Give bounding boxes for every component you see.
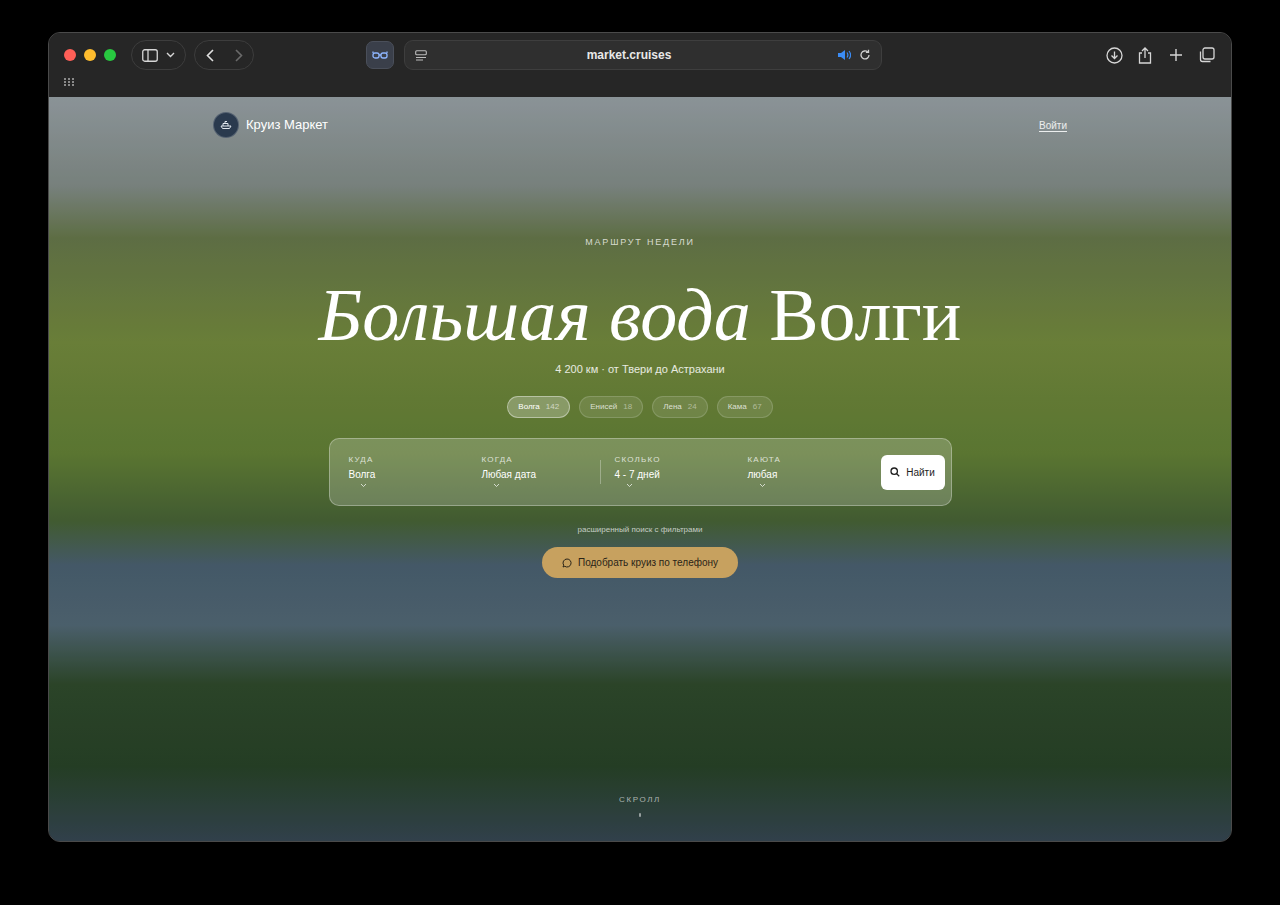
river-chip[interactable]: Волга 142 bbox=[507, 396, 570, 418]
river-name: Кама bbox=[728, 402, 747, 412]
chevron-down-icon bbox=[166, 52, 175, 58]
hero-subtitle: 4 200 км · от Твери до Астрахани bbox=[555, 362, 725, 376]
plus-icon bbox=[1169, 48, 1183, 62]
field-label: КУДА bbox=[349, 455, 482, 465]
reload-icon[interactable] bbox=[859, 49, 871, 61]
sidebar-icon bbox=[142, 49, 158, 62]
river-count: 67 bbox=[753, 402, 762, 412]
page-settings-icon[interactable] bbox=[415, 50, 427, 61]
new-tab-button[interactable] bbox=[1161, 40, 1191, 70]
share-icon bbox=[1138, 47, 1152, 64]
sidebar-button[interactable] bbox=[131, 40, 186, 70]
field-value: 4 - 7 дней bbox=[615, 469, 748, 481]
field-value: Волга bbox=[349, 469, 482, 481]
scroll-hint: СКРОЛЛ bbox=[619, 795, 661, 805]
search-button-label: Найти bbox=[906, 465, 935, 480]
chat-icon bbox=[562, 558, 572, 568]
field-value: Любая дата bbox=[482, 469, 600, 481]
brand-name[interactable]: Круиз Маркет bbox=[246, 115, 328, 135]
field-label: КОГДА bbox=[482, 455, 600, 465]
tabs-overview-icon bbox=[1199, 47, 1215, 63]
river-name: Лена bbox=[663, 402, 682, 412]
title-river: Волги bbox=[769, 274, 961, 356]
close-button[interactable] bbox=[64, 49, 76, 61]
search-field[interactable]: КАЮТА любая bbox=[748, 443, 881, 501]
field-divider bbox=[600, 460, 601, 484]
river-chip[interactable]: Кама 67 bbox=[717, 396, 773, 418]
ship-logo-icon bbox=[219, 120, 233, 130]
river-chip[interactable]: Енисей 18 bbox=[579, 396, 643, 418]
chevron-down-icon bbox=[360, 483, 368, 489]
river-chips: Волга 142 Енисей 18 Лена 24 Кама 67 bbox=[507, 396, 772, 418]
chevron-down-icon bbox=[626, 483, 634, 489]
phone-button[interactable]: Подобрать круиз по телефону bbox=[542, 547, 738, 578]
forward-icon[interactable] bbox=[235, 49, 243, 62]
field-label: КАЮТА bbox=[748, 455, 881, 465]
field-value: любая bbox=[748, 469, 881, 481]
hero-title: Большая вода Волги bbox=[319, 278, 962, 352]
river-name: Енисей bbox=[590, 402, 617, 412]
title-italic: Большая вода bbox=[319, 274, 751, 356]
url-text[interactable]: market.cruises bbox=[427, 46, 831, 64]
tabs-button[interactable] bbox=[1192, 40, 1222, 70]
browser-window: market.cruises bbox=[48, 32, 1232, 842]
back-icon[interactable] bbox=[206, 49, 214, 62]
search-icon bbox=[890, 467, 900, 477]
glasses-icon bbox=[372, 50, 388, 60]
reader-button[interactable] bbox=[366, 41, 394, 69]
chevron-down-icon bbox=[493, 483, 501, 489]
minimize-button[interactable] bbox=[84, 49, 96, 61]
brand-logo[interactable]: Круиз Маркет bbox=[213, 112, 328, 138]
search-field[interactable]: КУДА Волга bbox=[349, 443, 482, 501]
search-field[interactable]: КОГДА Любая дата bbox=[482, 443, 600, 501]
search-bar: КУДА ВолгаКОГДА Любая дата СКОЛЬКО 4 - 7 дне… bbox=[329, 438, 952, 506]
river-chip[interactable]: Лена 24 bbox=[652, 396, 707, 418]
login-link[interactable]: Войти bbox=[1039, 118, 1067, 133]
share-button[interactable] bbox=[1130, 40, 1160, 70]
river-count: 18 bbox=[623, 402, 632, 412]
river-count: 142 bbox=[546, 402, 559, 412]
hero-section: Круиз Маркет Войти МАРШРУТ НЕДЕЛИ Больша… bbox=[49, 97, 1231, 841]
search-button[interactable]: Найти bbox=[881, 455, 945, 490]
toolbar: market.cruises bbox=[49, 33, 1231, 97]
field-label: СКОЛЬКО bbox=[615, 455, 748, 465]
address-bar[interactable]: market.cruises bbox=[404, 40, 882, 70]
zoom-button[interactable] bbox=[104, 49, 116, 61]
nav-buttons bbox=[194, 40, 254, 70]
eyebrow-label: МАРШРУТ НЕДЕЛИ bbox=[585, 236, 694, 248]
advanced-search-link[interactable]: расширенный поиск с фильтрами bbox=[578, 525, 703, 535]
tab-grid-icon[interactable] bbox=[64, 78, 74, 86]
downloads-button[interactable] bbox=[1099, 40, 1129, 70]
chevron-down-icon bbox=[759, 483, 767, 489]
scroll-dot bbox=[639, 813, 641, 817]
speaker-icon[interactable] bbox=[837, 49, 851, 61]
river-name: Волга bbox=[518, 402, 539, 412]
search-field[interactable]: СКОЛЬКО 4 - 7 дней bbox=[615, 443, 748, 501]
download-icon bbox=[1106, 47, 1123, 64]
river-count: 24 bbox=[688, 402, 697, 412]
site-header: Круиз Маркет Войти bbox=[213, 97, 1067, 138]
phone-button-label: Подобрать круиз по телефону bbox=[578, 555, 718, 570]
